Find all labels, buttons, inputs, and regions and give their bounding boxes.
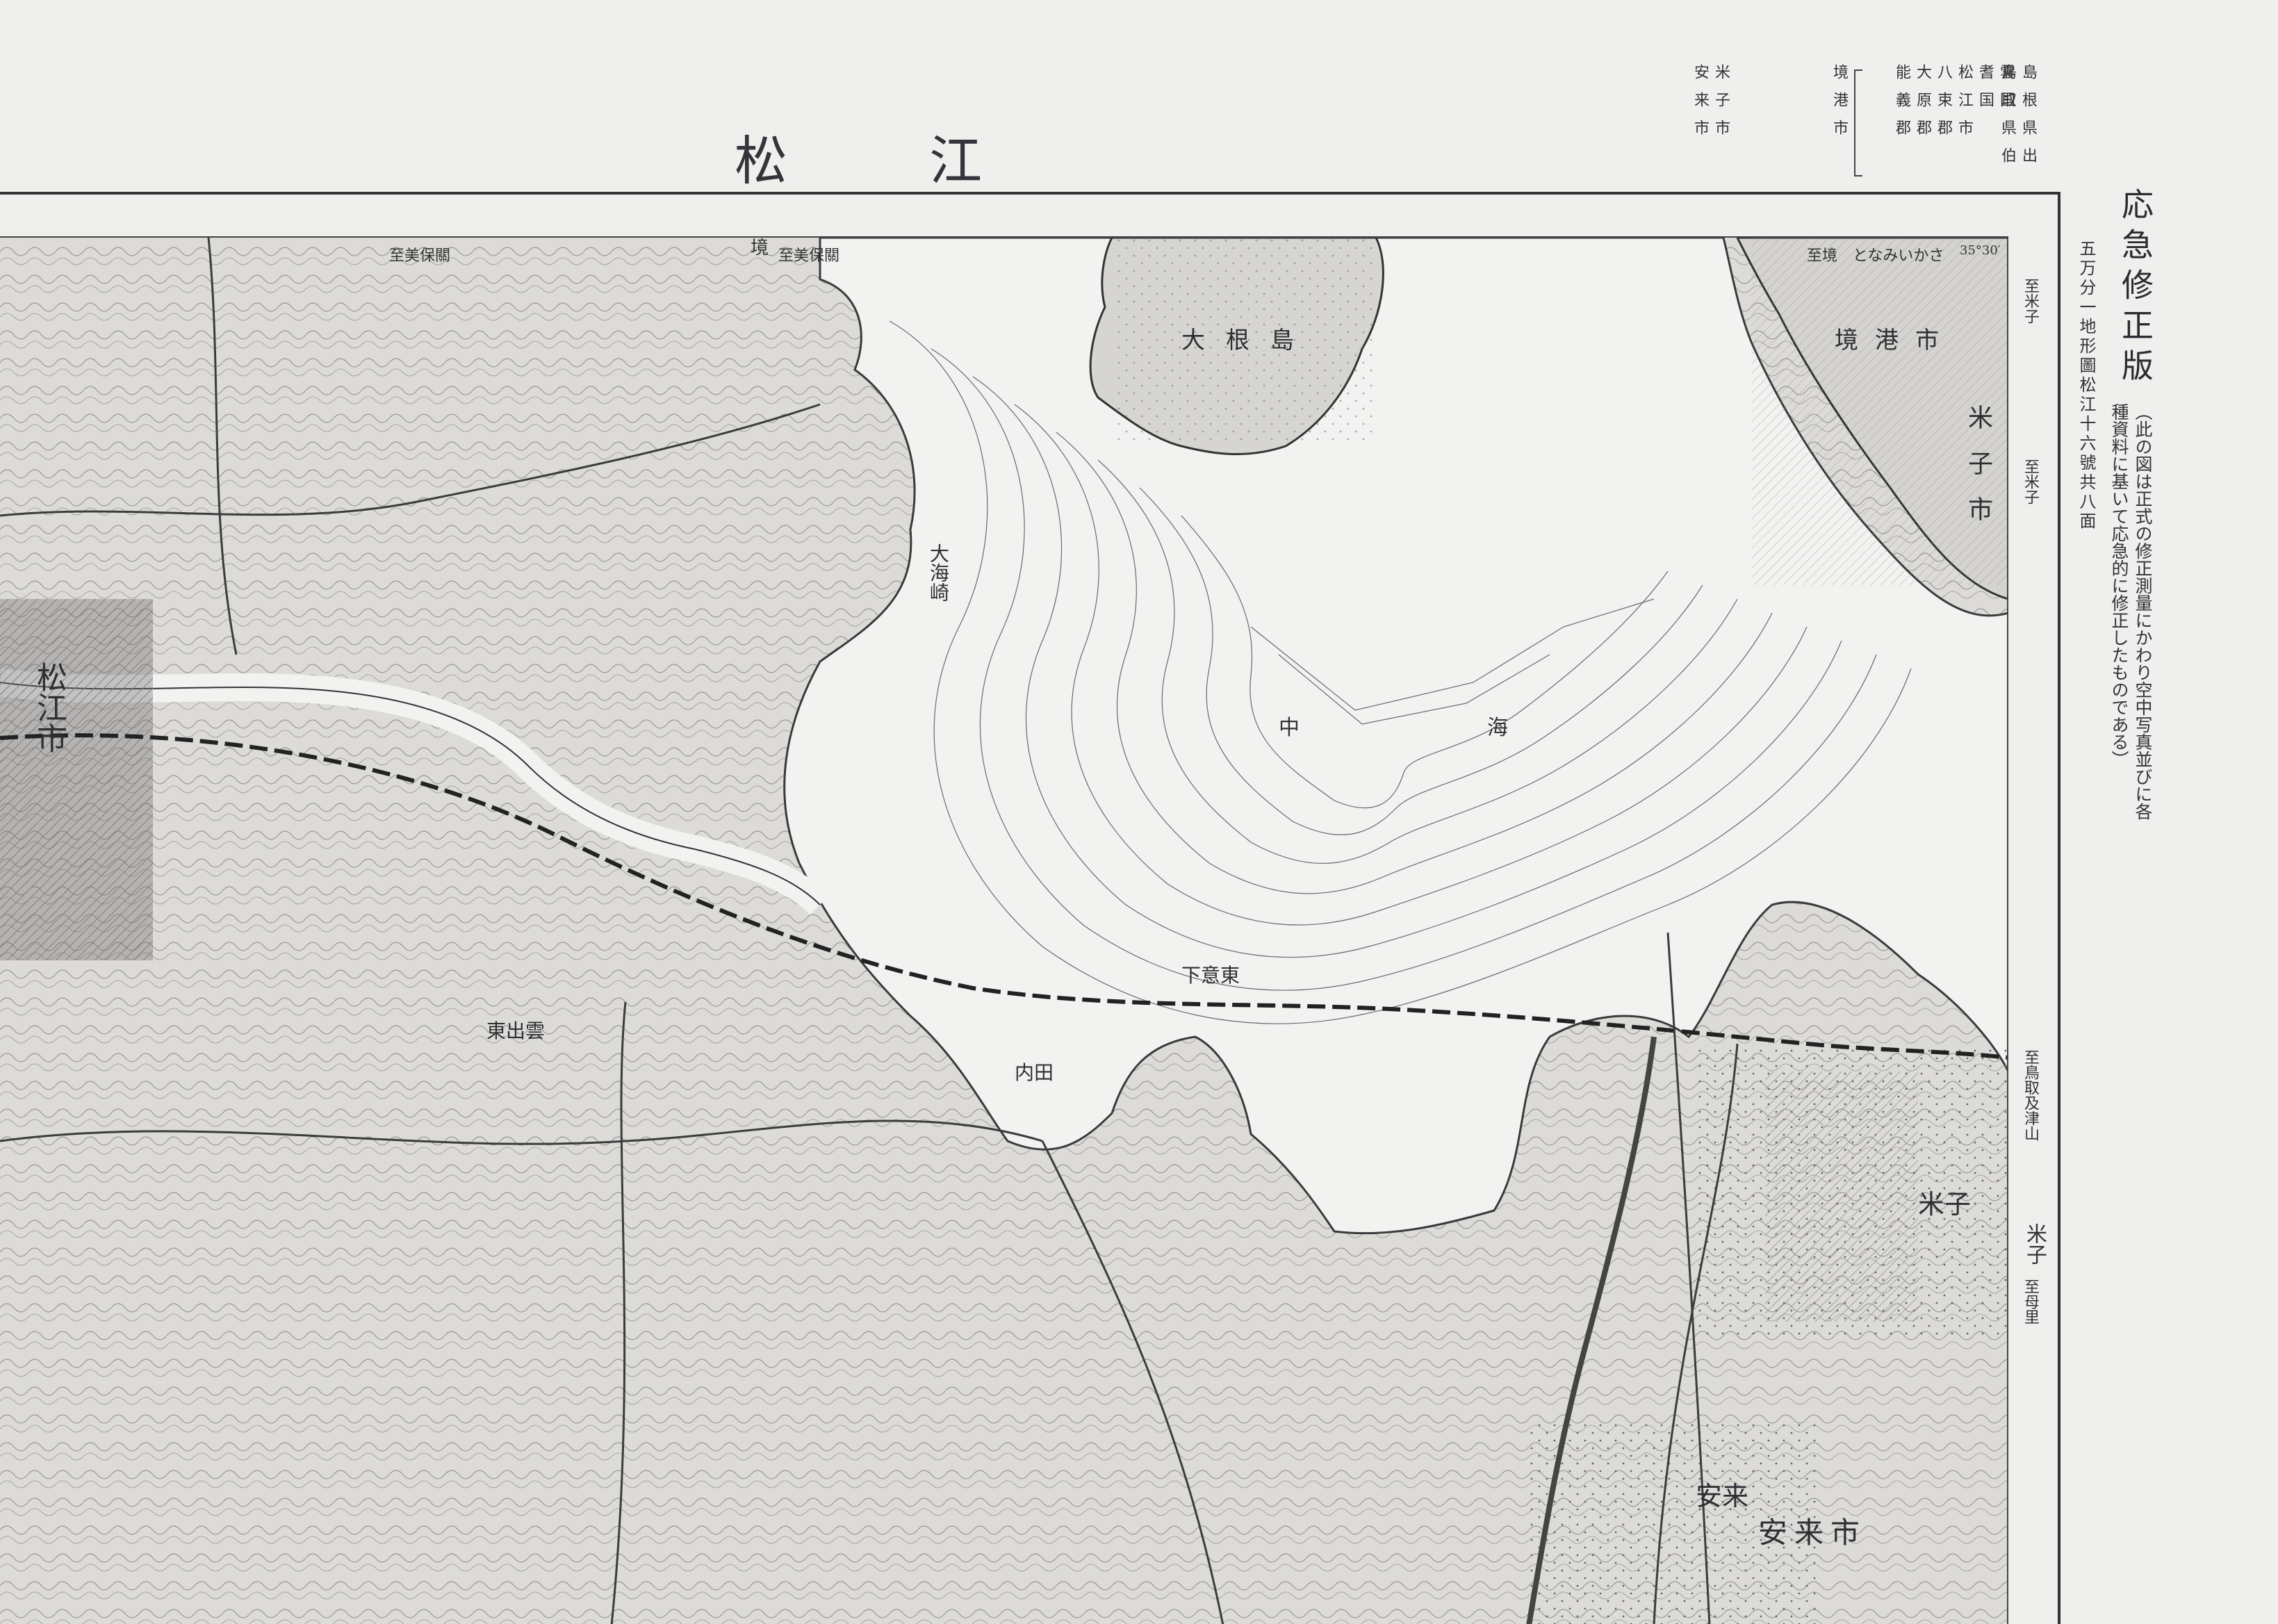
label-yonago-city: 米子市 (1964, 404, 1992, 542)
label-yasugi-city: 安来市 (1758, 1516, 1867, 1550)
label-yasugi: 安来 (1696, 1481, 1749, 1511)
label-sakaiminato-city: 境港市 (1835, 327, 1956, 354)
label-shimo-iu: 下意東 (1181, 964, 1240, 987)
label-higashi-izumo: 東出雲 (486, 1019, 546, 1042)
label-matsue-city: 松江市 (31, 662, 67, 753)
edge-sakai: 境 (751, 238, 769, 259)
sheet-identifier: 五万分一地形圖松江十六號共八面 (2076, 240, 2096, 532)
matsue-urban-shade (0, 599, 153, 960)
edge-to-yonago-2: 至米子 (2022, 459, 2039, 505)
administrative-index: 島根県出雲国 松江市 八束郡 大原郡 能義郡 安来市 鳥取県伯耆国 境港市 米子… (1689, 64, 2037, 189)
revision-title: 応急修正版 (2117, 188, 2154, 389)
revision-note: （此の図は正式の修正測量にかわり空中写真並びに各種資料に基いて応急的に修正したも… (2109, 403, 2153, 820)
edge-to-mihonoseki-left: 至美保關 (389, 247, 451, 265)
map-area[interactable]: 至美保關 境 至美保關 至境 となみいかさ 35°30′ 松江市 境港市 米子市… (0, 236, 2008, 1624)
admin-yatsuka-gun: 八束郡 (1935, 64, 1952, 147)
label-nakaumi: 中 海 (1279, 716, 1591, 740)
yonago-urban (1765, 1072, 1918, 1322)
admin-nogi-gun: 能義郡 (1893, 64, 1910, 147)
map-title: 松 江 (734, 130, 1045, 192)
admin-sakaiminato-city: 境港市 (1830, 64, 1848, 147)
map-sheet: 松 江 島根県出雲国 松江市 八束郡 大原郡 能義郡 安来市 鳥取県伯耆国 境港… (0, 0, 2278, 1624)
label-yonago: 米子 (1918, 1189, 1972, 1220)
edge-to-mori: 至母里 (2022, 1279, 2039, 1324)
edge-coordinate: 35°30′ (1960, 243, 2001, 258)
edge-yonago: 米子 (2022, 1223, 2047, 1265)
edge-to-yonago-1: 至米子 (2022, 278, 2039, 324)
admin-bracket (1854, 69, 1862, 177)
admin-yasugi-city: 安来市 (1691, 64, 1709, 147)
edge-to-mihonoseki-mid: 至美保關 (778, 247, 840, 265)
label-daikon-jima: 大根島 (1181, 327, 1315, 354)
label-ohazaki: 大海崎 (927, 543, 950, 602)
admin-ohara-gun: 大原郡 (1914, 64, 1931, 147)
edge-to-sakai-right: 至境 となみいかさ (1807, 247, 1944, 265)
label-uchinada: 内田 (1015, 1061, 1054, 1084)
edge-to-tottori: 至鳥取及津山 (2022, 1049, 2039, 1141)
admin-yonago-city: 米子市 (1712, 64, 1730, 147)
admin-matsue-city: 松江市 (1956, 64, 1973, 147)
admin-prefecture-tottori: 鳥取県伯耆国 (1976, 64, 2016, 175)
map-drawing (0, 238, 2007, 1624)
